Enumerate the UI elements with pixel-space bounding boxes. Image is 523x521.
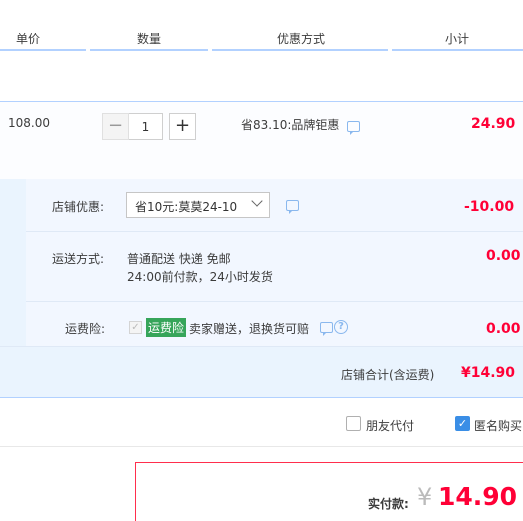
insurance-tag: 运费险 [146,318,187,337]
insurance-amount: 0.00 [486,321,521,337]
quantity-input[interactable] [129,113,163,140]
comment-icon[interactable] [286,200,299,214]
insurance-text: 卖家赠送，退换货可赔 [189,322,310,336]
header-underline [212,49,388,51]
column-header-price: 单价 [16,32,41,46]
shop-total-label: 店铺合计(含运费) [341,368,435,382]
shipping-note: 24:00前付款，24小时发货 [127,270,273,284]
currency-symbol: ¥ [417,483,433,511]
row-divider [0,346,523,347]
header-underline [90,49,208,51]
payment-amount: 14.90 [438,482,518,511]
column-header-quantity: 数量 [137,32,162,46]
shop-discount-amount: -10.00 [464,199,515,215]
item-subtotal: 24.90 [471,116,516,132]
friend-pay-checkbox[interactable] [346,416,361,431]
shop-discount-select[interactable]: 省10元:莫莫24-10 [126,192,270,218]
payment-label: 实付款: [368,497,409,511]
shop-total-amount: ¥14.90 [461,365,516,381]
chevron-down-icon [251,195,263,207]
comment-icon[interactable] [320,322,333,336]
insurance-label: 运费险: [65,322,106,336]
order-item-row [0,101,523,179]
section-divider [0,446,523,447]
row-divider [26,301,523,302]
column-header-promo: 优惠方式 [277,32,326,46]
insurance-checkbox: ✓ [129,321,142,334]
table-header: 单价 数量 优惠方式 小计 [0,28,523,50]
shop-discount-label: 店铺优惠: [52,200,105,214]
shipping-amount: 0.00 [486,248,521,264]
friend-pay-label[interactable]: 朋友代付 [366,417,414,434]
header-underline [392,49,523,51]
promo-text: 省83.10:品牌钜惠 [241,118,340,132]
section-divider [0,397,523,398]
anonymous-checkbox[interactable]: ✓ [455,416,470,431]
increase-quantity-button[interactable]: + [169,113,196,140]
unit-price: 108.00 [8,116,50,130]
column-header-subtotal: 小计 [445,32,470,46]
header-underline [0,49,86,51]
shop-discount-selected: 省10元:莫莫24-10 [135,200,238,214]
shipping-method: 普通配送 快递 免邮 [127,252,231,266]
comment-icon[interactable] [347,121,360,135]
anonymous-label[interactable]: 匿名购买 [474,417,522,434]
decrease-quantity-button[interactable]: − [102,113,129,140]
quantity-stepper: − + [102,113,196,140]
shipping-label: 运送方式: [52,252,105,266]
help-icon[interactable]: ? [334,320,348,334]
row-divider [26,231,523,232]
